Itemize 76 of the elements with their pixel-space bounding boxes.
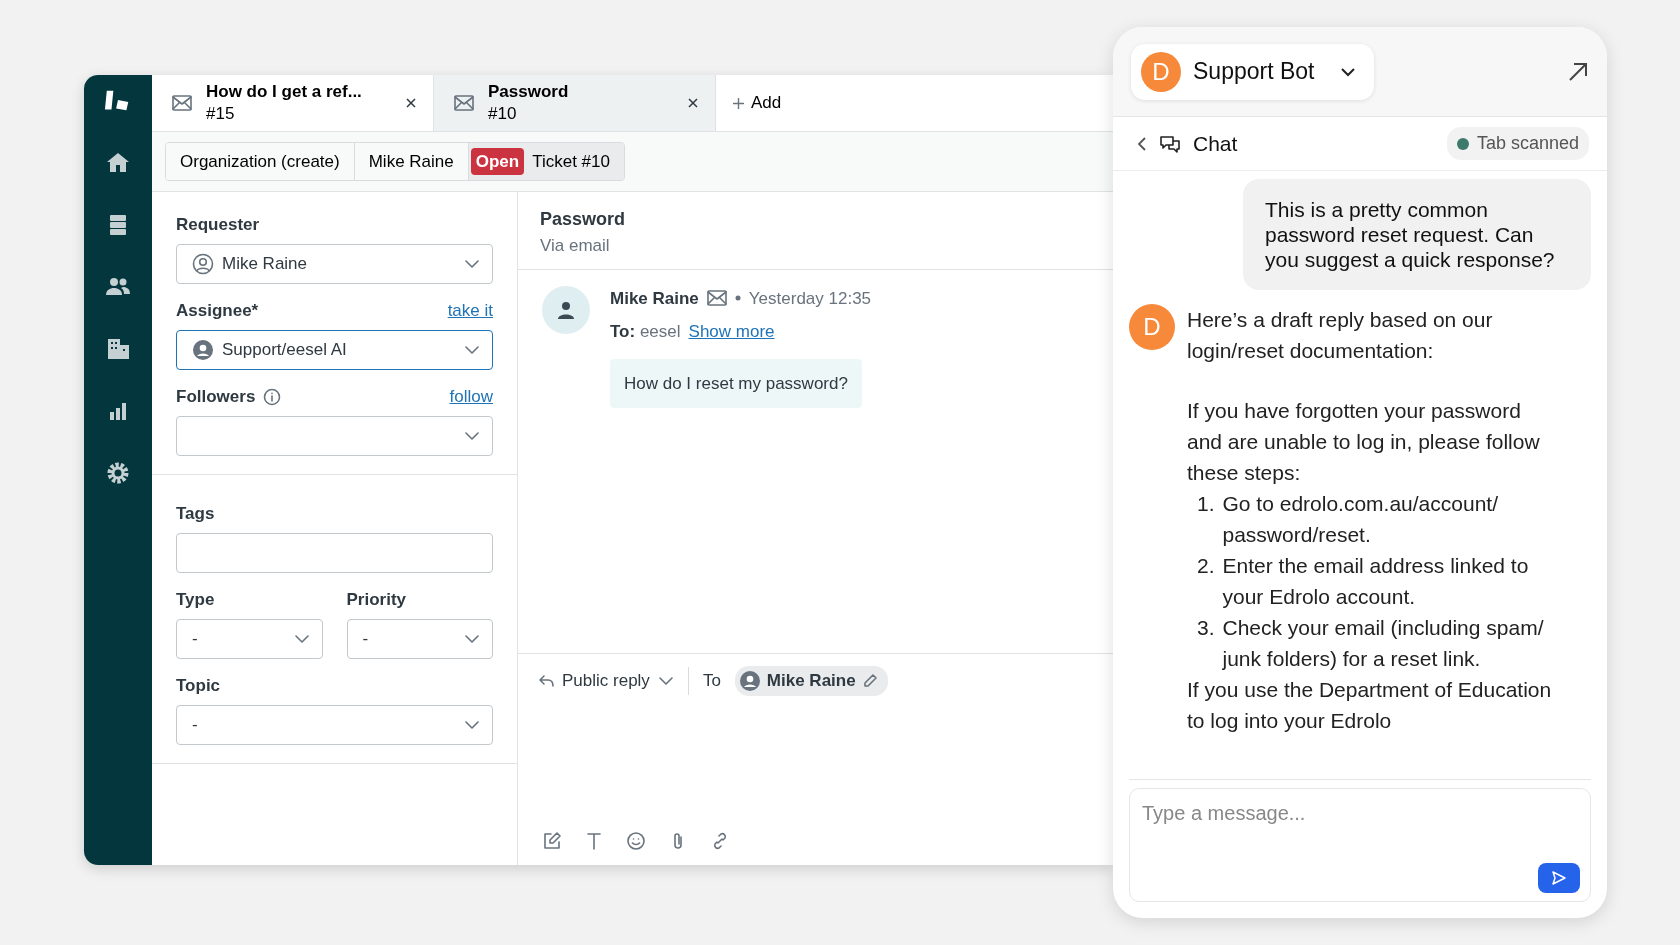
bot-message-text: If you use the Department of Education to log into your Edrolo: [1187, 677, 1553, 734]
field-label: Type: [176, 589, 215, 612]
show-more-link[interactable]: Show more: [688, 319, 775, 345]
person-icon: [192, 339, 214, 361]
dropdown-field[interactable]: -: [176, 619, 323, 659]
envelope-icon: [706, 290, 727, 307]
field-label: Tags: [176, 503, 215, 526]
ticket-tab[interactable]: Password #10: [434, 75, 716, 131]
pencil-icon: [861, 672, 878, 689]
person-icon: [192, 253, 214, 275]
recipient-text: To: eesel: [610, 321, 681, 343]
expand-arrow-icon[interactable]: [1567, 60, 1589, 83]
field-label: Assignee*: [176, 300, 259, 323]
envelope-icon: [172, 95, 192, 111]
breadcrumb-item[interactable]: Open Ticket #10: [468, 142, 624, 181]
person-icon: [738, 669, 761, 692]
close-icon[interactable]: [687, 97, 699, 109]
step-text: Check your email (including spam/ junk folders) for a reset link.: [1222, 615, 1545, 672]
ticket-subject: Password: [540, 208, 627, 231]
user-message: This is a pretty common password reset request. Can you suggest a quick response?: [1243, 179, 1591, 290]
step-text: Go to edrolo.com.au/account/ password/reset.: [1222, 491, 1499, 548]
chevron-down-icon: [1340, 66, 1357, 77]
bot-avatar: D: [1129, 304, 1175, 350]
chat-bubbles-icon: [1159, 133, 1181, 154]
field-link[interactable]: follow: [449, 384, 493, 410]
dropdown-field[interactable]: Support/eesel AI: [176, 330, 493, 370]
step-number: 2.: [1197, 553, 1215, 579]
close-icon[interactable]: [405, 97, 417, 109]
back-icon[interactable]: [1137, 135, 1147, 152]
step-number: 3.: [1197, 615, 1215, 641]
reply-mode-dropdown[interactable]: Public reply: [538, 668, 674, 694]
dropdown-field[interactable]: [176, 416, 493, 456]
chevron-down-icon: [464, 634, 480, 644]
send-icon: [1551, 870, 1567, 886]
dot-icon: [734, 295, 741, 302]
chevron-down-icon: [464, 720, 480, 730]
bot-selector[interactable]: D Support Bot: [1131, 43, 1375, 100]
field-label: Followers: [176, 386, 256, 409]
reply-arrow-icon: [538, 673, 554, 688]
channel-label: Via email: [540, 235, 611, 257]
field-label: Requester: [176, 214, 260, 237]
breadcrumb-label: Ticket #10: [532, 150, 610, 173]
dropdown-field[interactable]: Mike Raine: [176, 244, 493, 284]
field-label: Topic: [176, 675, 221, 698]
step-text: Enter the email address linked to your Edrolo account.: [1222, 553, 1530, 610]
message-bubble: How do I reset my password?: [610, 358, 862, 408]
dropdown-field[interactable]: -: [176, 705, 493, 745]
chevron-down-icon: [464, 259, 480, 269]
chevron-down-icon: [464, 345, 480, 355]
compose-icon[interactable]: [542, 831, 562, 851]
input-field[interactable]: [176, 533, 493, 573]
field-label: Priority: [346, 589, 407, 612]
plus-icon: [732, 96, 745, 110]
bot-avatar: D: [1141, 51, 1181, 92]
send-button[interactable]: [1538, 863, 1580, 893]
dropdown-field[interactable]: -: [346, 619, 493, 659]
field-link[interactable]: take it: [447, 298, 493, 324]
breadcrumb-item[interactable]: Organization (create): [166, 142, 355, 181]
step-number: 1.: [1197, 491, 1215, 517]
message-box[interactable]: Type a message...: [1129, 788, 1591, 902]
chevron-down-icon: [293, 634, 310, 644]
message-time: Yesterday 12:35: [748, 287, 872, 310]
bot-message-text: Here’s a draft reply based on our login/reset documentation:: [1187, 307, 1494, 364]
person-icon: [556, 299, 576, 320]
chevron-down-icon: [657, 675, 674, 686]
status-pill: Tab scanned: [1446, 127, 1589, 160]
recipient-chip[interactable]: Mike Raine: [734, 666, 888, 696]
chat-title: Chat: [1193, 130, 1238, 157]
text-format-icon[interactable]: [584, 831, 604, 851]
bot-message-text: If you have forgotten your password and are unable to log in, please follow these steps:: [1187, 398, 1541, 486]
emoji-icon[interactable]: [626, 831, 646, 851]
to-label: To: [702, 670, 721, 692]
status-badge: Open: [470, 147, 525, 176]
author-name: Mike Raine: [610, 287, 699, 310]
chevron-down-icon: [464, 431, 480, 441]
envelope-icon: [454, 95, 474, 111]
